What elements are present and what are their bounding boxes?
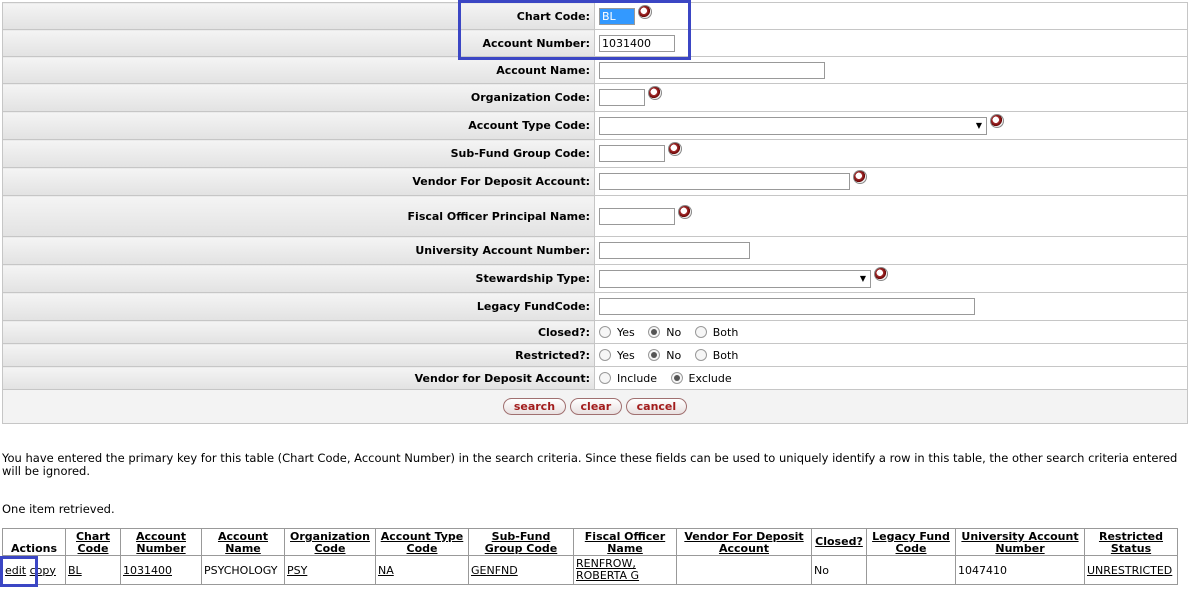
sub-fund-group-code-input[interactable] xyxy=(599,145,665,162)
legacy-fund-code-input[interactable] xyxy=(599,298,975,315)
university-account-number-cell: 1047410 xyxy=(955,555,1085,585)
fiscal-officer-principal-name-input[interactable] xyxy=(599,207,675,225)
vendor-include-label: Include xyxy=(617,371,658,385)
stewardship-type-label: Stewardship Type: xyxy=(2,264,595,293)
restricted-label: Restricted?: xyxy=(2,343,595,367)
closed-yes-radio[interactable] xyxy=(599,326,611,339)
account-type-code-label: Account Type Code: xyxy=(2,111,595,140)
vendor-for-deposit-account-lookup-icon[interactable] xyxy=(853,170,867,184)
clear-button[interactable]: clear xyxy=(569,398,623,415)
legacy-fund-code-label: Legacy FundCode: xyxy=(2,292,595,321)
button-bar: search clear cancel xyxy=(2,390,1188,424)
lookup-form: Chart Code: Account Number: Account Name… xyxy=(2,2,1188,390)
highlight-box-edit xyxy=(0,556,38,587)
column-header-organization-code[interactable]: Organization Code xyxy=(284,528,376,556)
column-header-legacy-fund-code[interactable]: Legacy Fund Code xyxy=(866,528,956,556)
fiscal-officer-link[interactable]: RENFROW, ROBERTA G xyxy=(576,557,639,582)
column-header-sub-fund-group-code[interactable]: Sub-Fund Group Code xyxy=(468,528,574,556)
dropdown-arrow-icon: ▼ xyxy=(859,273,866,283)
column-header-fiscal-officer-name[interactable]: Fiscal Officer Name xyxy=(573,528,677,556)
organization-code-label: Organization Code: xyxy=(2,83,595,112)
closed-both-label: Both xyxy=(712,325,739,339)
vendor-exclude-radio[interactable] xyxy=(670,372,683,385)
closed-no-radio[interactable] xyxy=(648,326,661,339)
closed-no-label: No xyxy=(666,325,682,339)
column-header-vendor-for-deposit-account[interactable]: Vendor For Deposit Account xyxy=(676,528,812,556)
organization-code-link[interactable]: PSY xyxy=(287,564,307,577)
sub-fund-group-code-lookup-icon[interactable] xyxy=(668,142,682,156)
fiscal-officer-principal-name-label: Fiscal Officer Principal Name: xyxy=(2,195,595,237)
column-header-account-name[interactable]: Account Name xyxy=(201,528,285,556)
restricted-no-label: No xyxy=(666,348,682,362)
vendor-include-radio[interactable] xyxy=(599,372,611,385)
results-table: Actions Chart Code Account Number Account N… xyxy=(2,528,1178,585)
restricted-both-label: Both xyxy=(712,348,739,362)
restricted-both-radio[interactable] xyxy=(694,349,707,362)
search-button[interactable]: search xyxy=(502,398,567,415)
restricted-status-link[interactable]: UNRESTRICTED xyxy=(1087,564,1172,577)
account-type-code-link[interactable]: NA xyxy=(378,564,394,577)
vendor-deposit-filter-label: Vendor for Deposit Account: xyxy=(2,366,595,390)
closed-label: Closed?: xyxy=(2,320,595,344)
stewardship-type-select[interactable]: ▼ xyxy=(599,269,871,288)
fiscal-officer-lookup-icon[interactable] xyxy=(678,204,692,219)
account-type-code-lookup-icon[interactable] xyxy=(990,113,1004,128)
account-number-link[interactable]: 1031400 xyxy=(123,564,172,577)
result-count: One item retrieved. xyxy=(2,502,115,516)
university-account-number-label: University Account Number: xyxy=(2,236,595,265)
closed-both-radio[interactable] xyxy=(694,326,707,339)
column-header-actions: Actions xyxy=(2,528,66,556)
closed-yes-label: Yes xyxy=(617,325,635,339)
restricted-yes-label: Yes xyxy=(617,348,635,362)
cancel-button[interactable]: cancel xyxy=(625,398,688,415)
column-header-restricted-status[interactable]: Restricted Status xyxy=(1084,528,1178,556)
sub-fund-group-code-label: Sub-Fund Group Code: xyxy=(2,139,595,168)
column-header-account-type-code[interactable]: Account Type Code xyxy=(375,528,469,556)
table-row: edit copy BL 1031400 PSYCHOLOGY PSY NA G… xyxy=(2,555,1178,585)
closed-cell: No xyxy=(811,555,867,585)
account-name-label: Account Name: xyxy=(2,56,595,84)
restricted-yes-radio[interactable] xyxy=(599,349,611,362)
vendor-for-deposit-account-label: Vendor For Deposit Account: xyxy=(2,167,595,196)
restricted-no-radio[interactable] xyxy=(648,349,661,362)
primary-key-message: You have entered the primary key for thi… xyxy=(2,451,1178,478)
legacy-fund-code-cell xyxy=(866,555,956,585)
organization-code-input[interactable] xyxy=(599,89,645,106)
chart-code-link[interactable]: BL xyxy=(68,564,82,577)
column-header-chart-code[interactable]: Chart Code xyxy=(65,528,121,556)
account-name-cell: PSYCHOLOGY xyxy=(201,555,285,585)
vendor-exclude-label: Exclude xyxy=(688,371,732,385)
column-header-account-number[interactable]: Account Number xyxy=(120,528,202,556)
university-account-number-input[interactable] xyxy=(599,242,750,259)
sub-fund-group-code-link[interactable]: GENFND xyxy=(471,564,518,577)
account-name-input[interactable] xyxy=(599,61,825,79)
column-header-university-account-number[interactable]: University Account Number xyxy=(955,528,1085,556)
account-type-code-select[interactable]: ▼ xyxy=(599,116,987,135)
stewardship-type-lookup-icon[interactable] xyxy=(874,266,888,281)
highlight-box-primary-key xyxy=(458,0,691,60)
vendor-for-deposit-cell xyxy=(676,555,812,585)
column-header-closed[interactable]: Closed? xyxy=(811,528,867,556)
dropdown-arrow-icon: ▼ xyxy=(975,120,982,130)
vendor-for-deposit-account-input[interactable] xyxy=(599,173,850,190)
organization-code-lookup-icon[interactable] xyxy=(648,86,662,100)
